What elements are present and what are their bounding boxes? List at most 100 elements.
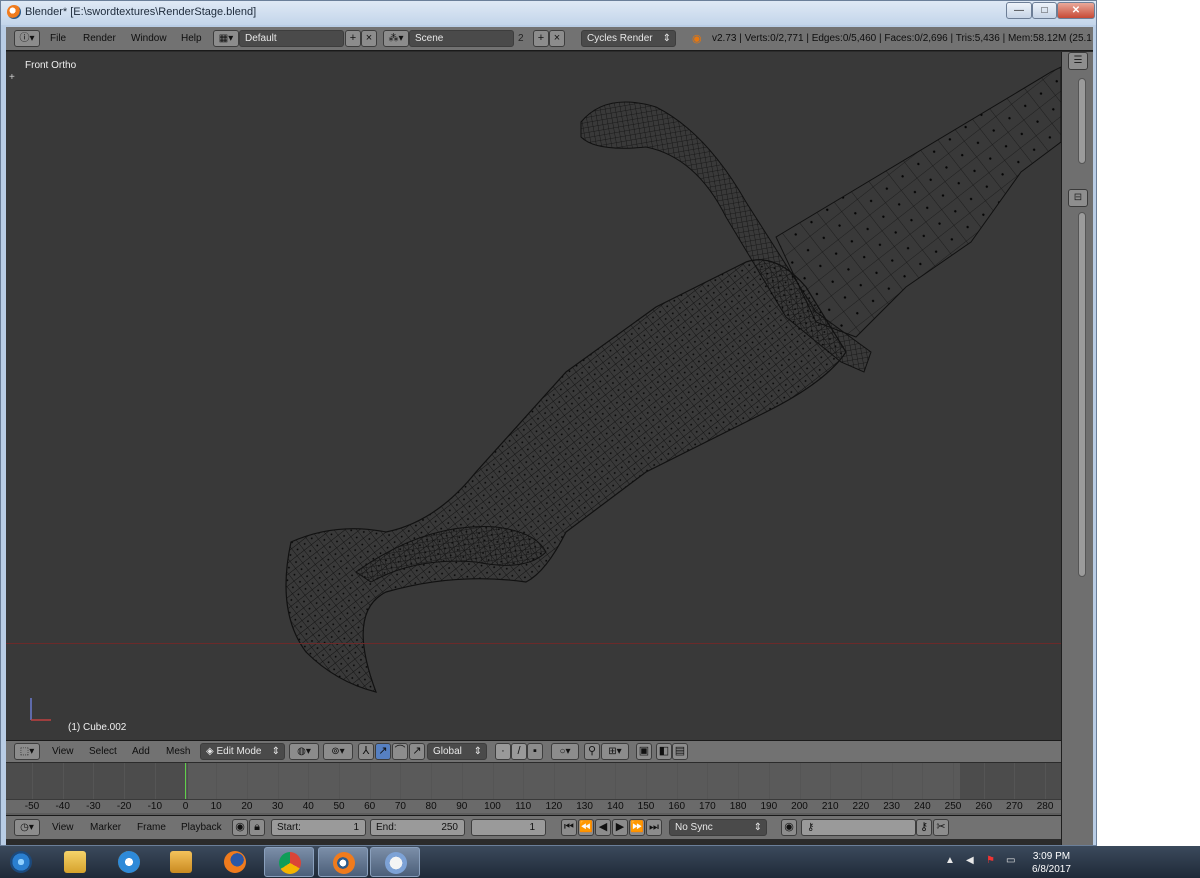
add-scene-icon[interactable]: + xyxy=(533,30,549,47)
menu-window[interactable]: Window xyxy=(131,33,167,44)
rotate-manipulator-icon[interactable]: ⌒ xyxy=(392,743,408,760)
maximize-button[interactable]: □ xyxy=(1032,2,1057,19)
render-animation-icon[interactable]: ▤ xyxy=(672,743,688,760)
menu-view[interactable]: View xyxy=(52,746,74,757)
timeline-tick-label: 200 xyxy=(791,801,808,812)
timeline-tick-label: 260 xyxy=(975,801,993,812)
timeline-ruler[interactable]: -50 -40 -30 -20 -10 0 10 20 30 40 50 60 70 80 90 100 110… xyxy=(6,799,1061,813)
record-keyframes-icon[interactable]: ◉ xyxy=(232,819,248,836)
taskbar-paint[interactable] xyxy=(370,847,420,877)
timeline-grid-line xyxy=(553,763,555,799)
transform-orientation-select[interactable]: Global ⇕ xyxy=(427,743,487,760)
delete-keyframe-icon[interactable]: ✂ xyxy=(933,819,949,836)
timeline-grid-line xyxy=(1045,763,1047,799)
current-frame-field[interactable]: 1 xyxy=(471,819,546,836)
speaker-icon[interactable]: ◀ xyxy=(966,855,974,866)
timeline-grid-line xyxy=(860,763,862,799)
jump-prev-keyframe-icon[interactable]: ⏪ xyxy=(578,819,594,836)
render-engine-select[interactable]: Cycles Render ⇕ xyxy=(581,30,676,47)
edge-select-icon[interactable]: / xyxy=(511,743,527,760)
mesh-wireframe[interactable] xyxy=(6,52,1061,740)
menu-marker[interactable]: Marker xyxy=(90,822,121,833)
menu-frame[interactable]: Frame xyxy=(137,822,166,833)
proportional-edit-icon[interactable]: ○▾ xyxy=(551,743,579,760)
network-icon[interactable]: ▭ xyxy=(1006,855,1015,866)
face-select-icon[interactable]: ▪ xyxy=(527,743,543,760)
view-name-label: Front Ortho xyxy=(25,60,77,71)
menu-render[interactable]: Render xyxy=(83,33,116,44)
jump-end-icon[interactable]: ⏭ xyxy=(646,819,662,836)
translate-manipulator-icon[interactable]: ↗ xyxy=(375,743,391,760)
paint-icon xyxy=(385,852,407,874)
menu-mesh[interactable]: Mesh xyxy=(166,746,190,757)
timeline-tick-label: 270 xyxy=(1006,801,1023,812)
taskbar-chrome[interactable] xyxy=(264,847,314,877)
chrome-icon xyxy=(279,852,301,874)
taskbar-firefox[interactable] xyxy=(210,847,260,877)
play-reverse-icon[interactable]: ◀ xyxy=(595,819,611,836)
editor-type-3dview-icon[interactable]: ⬚▾ xyxy=(14,743,40,760)
snap-toggle-icon[interactable]: ⚲ xyxy=(584,743,600,760)
render-camera-icon[interactable]: ◧ xyxy=(656,743,672,760)
show-hidden-icons-icon[interactable]: ▲ xyxy=(945,855,955,866)
properties-strip: ☰ ⊟ xyxy=(1061,52,1093,845)
menu-add[interactable]: Add xyxy=(132,746,150,757)
mode-select[interactable]: ◈ Edit Mode ⇕ xyxy=(200,743,285,760)
start-button[interactable] xyxy=(2,847,44,877)
keying-set-field[interactable]: ⚷ xyxy=(801,819,916,836)
insert-keyframe-icon[interactable]: ⚷ xyxy=(916,819,932,836)
timeline-grid-line xyxy=(93,763,95,799)
outliner-scrollbar[interactable] xyxy=(1078,78,1086,164)
timeline-editor[interactable]: -50 -40 -30 -20 -10 0 10 20 30 40 50 60 70 80 90 100 110… xyxy=(6,763,1061,823)
lock-range-icon[interactable]: 🔒︎ xyxy=(249,819,265,836)
outliner-editor-icon[interactable]: ☰ xyxy=(1068,52,1088,70)
snap-element-icon[interactable]: ⊞▾ xyxy=(601,743,629,760)
editor-type-info-icon[interactable]: ⓘ▾ xyxy=(14,30,40,47)
timeline-tick-label: 130 xyxy=(576,801,593,812)
sync-mode-select[interactable]: No Sync ⇕ xyxy=(669,819,767,836)
menu-help[interactable]: Help xyxy=(181,33,202,44)
auto-keying-icon[interactable]: ◉ xyxy=(781,819,797,836)
add-layout-icon[interactable]: + xyxy=(345,30,361,47)
timeline-tick-label: 110 xyxy=(515,801,532,812)
taskbar-blender[interactable] xyxy=(318,847,368,877)
vertex-select-icon[interactable]: · xyxy=(495,743,511,760)
end-value: 250 xyxy=(441,822,458,833)
taskbar-internet-explorer[interactable] xyxy=(104,847,154,877)
action-center-flag-icon[interactable]: ⚑ xyxy=(986,855,995,866)
editor-type-timeline-icon[interactable]: ◷▾ xyxy=(14,819,40,836)
remove-layout-icon[interactable]: × xyxy=(361,30,377,47)
screen-layout-field[interactable]: Default xyxy=(239,30,344,47)
minimize-button[interactable]: — xyxy=(1006,2,1032,19)
menu-select[interactable]: Select xyxy=(89,746,117,757)
start-frame-field[interactable]: Start: 1 xyxy=(271,819,366,836)
timeline-tick-label: 220 xyxy=(852,801,870,812)
menu-view[interactable]: View xyxy=(52,822,74,833)
taskbar-explorer[interactable] xyxy=(50,847,100,877)
scene-field[interactable]: Scene xyxy=(409,30,514,47)
scale-manipulator-icon[interactable]: ↗ xyxy=(409,743,425,760)
taskbar-media-player[interactable] xyxy=(156,847,206,877)
manipulator-toggle-icon[interactable]: ⅄ xyxy=(358,743,374,760)
render-opengl-icon[interactable]: ▣ xyxy=(636,743,652,760)
remove-scene-icon[interactable]: × xyxy=(549,30,565,47)
scene-users-count: 2 xyxy=(518,33,524,44)
viewport-shading-icon[interactable]: ◍▾ xyxy=(289,743,319,760)
properties-editor-icon[interactable]: ⊟ xyxy=(1068,189,1088,207)
close-button[interactable]: ✕ xyxy=(1057,2,1095,19)
menu-playback[interactable]: Playback xyxy=(181,822,222,833)
screen-layout-icon[interactable]: ▦▾ xyxy=(213,30,239,47)
timeline-track[interactable] xyxy=(6,763,1061,799)
title-bar[interactable]: Blender* [E:\swordtextures\RenderStage.b… xyxy=(1,1,1096,25)
jump-start-icon[interactable]: ⏮ xyxy=(561,819,577,836)
jump-next-keyframe-icon[interactable]: ⏩ xyxy=(629,819,645,836)
clock[interactable]: 3:09 PM 6/8/2017 xyxy=(1032,850,1071,876)
play-icon[interactable]: ▶ xyxy=(612,819,628,836)
end-frame-field[interactable]: End: 250 xyxy=(370,819,465,836)
3d-viewport[interactable]: Front Ortho + (1) Cube.002 xyxy=(6,52,1061,740)
pivot-point-icon[interactable]: ⊚▾ xyxy=(323,743,353,760)
menu-file[interactable]: File xyxy=(50,33,66,44)
toolshelf-toggle-icon[interactable]: + xyxy=(9,72,15,83)
scene-icon[interactable]: ⁂▾ xyxy=(383,30,409,47)
properties-scrollbar[interactable] xyxy=(1078,212,1086,577)
